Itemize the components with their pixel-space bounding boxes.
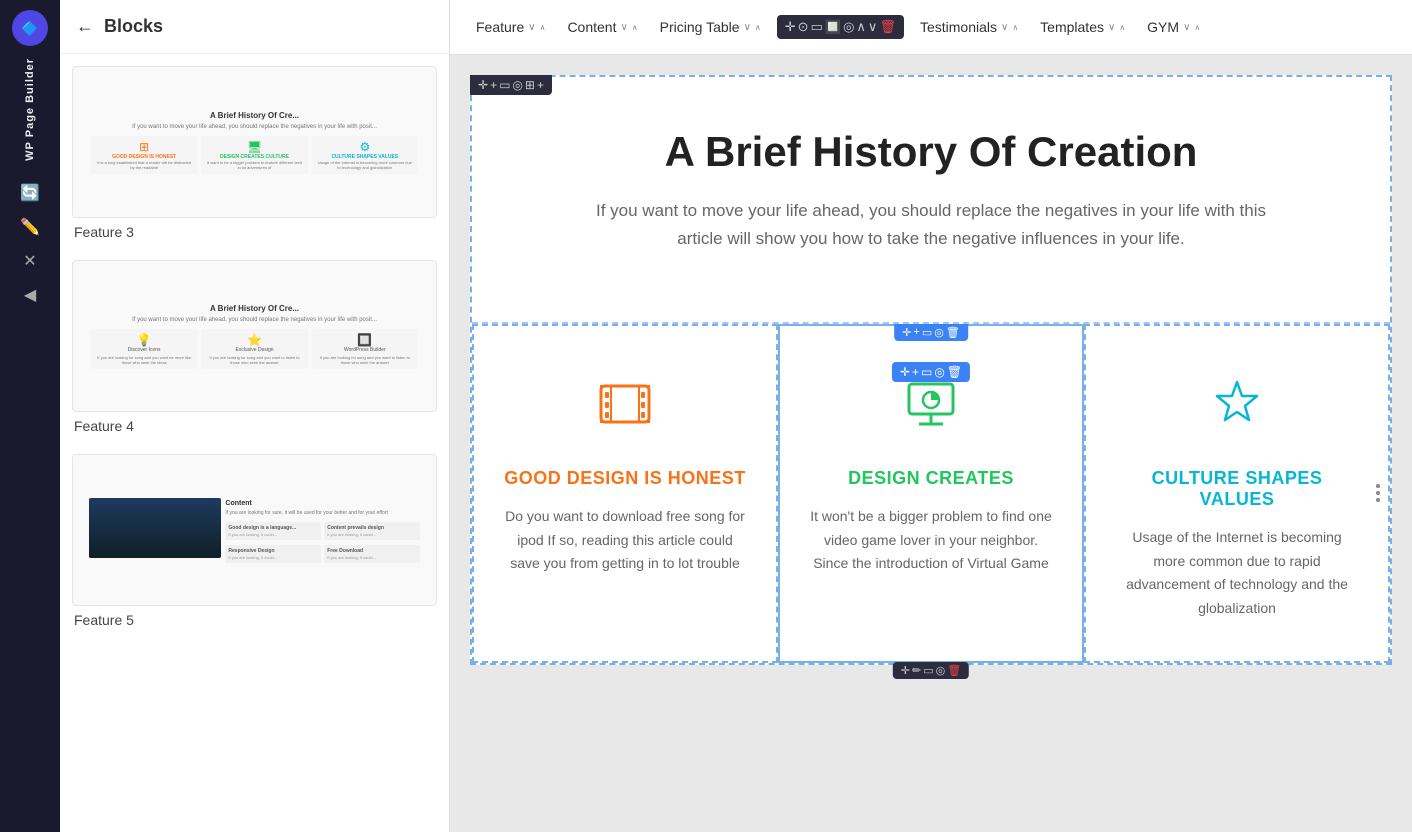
toolbar-clone-icon[interactable]: 🔲 xyxy=(825,19,841,35)
section-subtitle: If you want to move your life ahead, you… xyxy=(571,197,1291,251)
col2-btb-copy[interactable]: ▭ xyxy=(923,664,933,677)
col2-title: DESIGN CREATES xyxy=(810,468,1052,489)
row-toolbar-blue: ✛ + ▭ ◎ 🗑 xyxy=(892,362,970,382)
col3-icon xyxy=(1116,376,1358,444)
block-label-feature5: Feature 5 xyxy=(72,612,437,628)
col2-toolbar-top: ✛ + ▭ ◎ 🗑 xyxy=(894,324,968,341)
col2-tb-delete[interactable]: 🗑 xyxy=(946,326,960,339)
col3-dots-menu[interactable] xyxy=(1376,484,1380,502)
section-title: A Brief History Of Creation xyxy=(512,127,1350,177)
topbar-icon-collapse[interactable]: ◀ xyxy=(18,279,42,311)
app-logo: 🔷 xyxy=(12,10,48,46)
block-thumbnail-feature5[interactable]: Content If you are looking for sure, it … xyxy=(72,454,437,606)
menu-item-feature[interactable]: Feature ∨ ∧ xyxy=(466,13,555,41)
col3-title: CULTURE SHAPES VALUES xyxy=(1116,468,1358,510)
menu-item-testimonials[interactable]: Testimonials ∨ ∧ xyxy=(910,13,1028,41)
block-label-feature4: Feature 4 xyxy=(72,418,437,434)
section-tb-copy[interactable]: ▭ xyxy=(499,78,510,92)
content-section: A Brief History Of Creation If you want … xyxy=(472,77,1390,322)
section-floating-toolbar: ✛ ⊙ ▭ 🔲 ◎ ∧ ∨ 🗑 xyxy=(777,15,904,39)
blocks-list: A Brief History Of Cre... If you want to… xyxy=(60,54,449,832)
block-thumbnail-feature3[interactable]: A Brief History Of Cre... If you want to… xyxy=(72,66,437,218)
blocks-back-button[interactable]: ← xyxy=(76,16,94,37)
toolbar-settings-icon[interactable]: ⊙ xyxy=(798,19,809,35)
col2-icon xyxy=(810,376,1052,444)
row-tb-plus[interactable]: + xyxy=(912,365,919,379)
col2-btb-move[interactable]: ✛ xyxy=(901,664,910,677)
toolbar-link-icon[interactable]: ◎ xyxy=(843,19,854,35)
section-tb-move[interactable]: ✛ xyxy=(478,78,488,92)
app-title-vertical: WP Page Builder xyxy=(24,58,36,161)
col3-text: Usage of the Internet is becoming more c… xyxy=(1116,526,1358,621)
col2-tb-link[interactable]: ◎ xyxy=(934,326,944,339)
section-tb-delete[interactable]: + xyxy=(537,78,544,92)
col1-title: GOOD DESIGN IS HONEST xyxy=(504,468,746,489)
col2-tb-plus[interactable]: + xyxy=(913,326,919,338)
col2-tb-copy[interactable]: ▭ xyxy=(922,326,932,339)
main-area: Feature ∨ ∧ Content ∨ ∧ Pricing Table ∨ … xyxy=(450,0,1412,832)
topbar-icon-edit[interactable]: ✏️ xyxy=(14,211,46,243)
block-label-feature3: Feature 3 xyxy=(72,224,437,240)
blocks-panel-title: Blocks xyxy=(104,16,163,37)
topbar-icon-refresh[interactable]: 🔄 xyxy=(14,177,46,209)
block-item-feature5: Content If you are looking for sure, it … xyxy=(72,454,437,628)
col2-btb-edit[interactable]: ✏ xyxy=(912,664,921,677)
col-card-3: CULTURE SHAPES VALUES Usage of the Inter… xyxy=(1084,324,1390,663)
menu-item-gym[interactable]: GYM ∨ ∧ xyxy=(1137,13,1210,41)
row-tb-move[interactable]: ✛ xyxy=(900,365,910,379)
col1-icon xyxy=(504,376,746,444)
row-tb-delete[interactable]: 🗑 xyxy=(947,365,962,379)
menu-item-content[interactable]: Content ∨ ∧ xyxy=(557,13,647,41)
col1-text: Do you want to download free song for ip… xyxy=(504,505,746,576)
block-item-feature3: A Brief History Of Cre... If you want to… xyxy=(72,66,437,240)
col2-toolbar-bottom: ✛ ✏ ▭ ◎ 🗑 xyxy=(893,662,969,679)
menu-item-pricing[interactable]: Pricing Table ∨ ∧ xyxy=(650,13,771,41)
toolbar-copy-icon[interactable]: ▭ xyxy=(811,19,823,35)
block-thumbnail-feature4[interactable]: A Brief History Of Cre... If you want to… xyxy=(72,260,437,412)
section-tb-plus[interactable]: + xyxy=(490,78,497,92)
topbar-icon-close[interactable]: ✕ xyxy=(17,245,42,277)
col-card-1: GOOD DESIGN IS HONEST Do you want to dow… xyxy=(472,324,778,663)
toolbar-move-icon[interactable]: ✛ xyxy=(785,19,796,35)
row-tb-link[interactable]: ◎ xyxy=(934,365,944,379)
menu-item-templates[interactable]: Templates ∨ ∧ xyxy=(1030,13,1135,41)
block-item-feature4: A Brief History Of Cre... If you want to… xyxy=(72,260,437,434)
col2-btb-link[interactable]: ◎ xyxy=(936,664,946,677)
toolbar-delete-icon[interactable]: 🗑 xyxy=(879,19,896,35)
section-toolbar-top: ✛ + ▭ ◎ ⊞ + xyxy=(470,75,552,95)
section-tb-link[interactable]: ◎ xyxy=(512,78,522,92)
section-tb-grid[interactable]: ⊞ xyxy=(525,78,535,92)
toolbar-down-icon[interactable]: ∨ xyxy=(868,19,878,35)
col2-tb-move[interactable]: ✛ xyxy=(902,326,911,339)
toolbar-up-icon[interactable]: ∧ xyxy=(856,19,866,35)
row-tb-copy[interactable]: ▭ xyxy=(921,365,932,379)
blocks-panel: ← Blocks A Brief History Of Cre... If yo… xyxy=(60,0,450,832)
col2-text: It won't be a bigger problem to find one… xyxy=(810,505,1052,576)
canvas: ✛ + ▭ ◎ ⊞ + A Brief History Of Creation … xyxy=(450,55,1412,832)
col2-btb-delete[interactable]: 🗑 xyxy=(947,664,961,677)
